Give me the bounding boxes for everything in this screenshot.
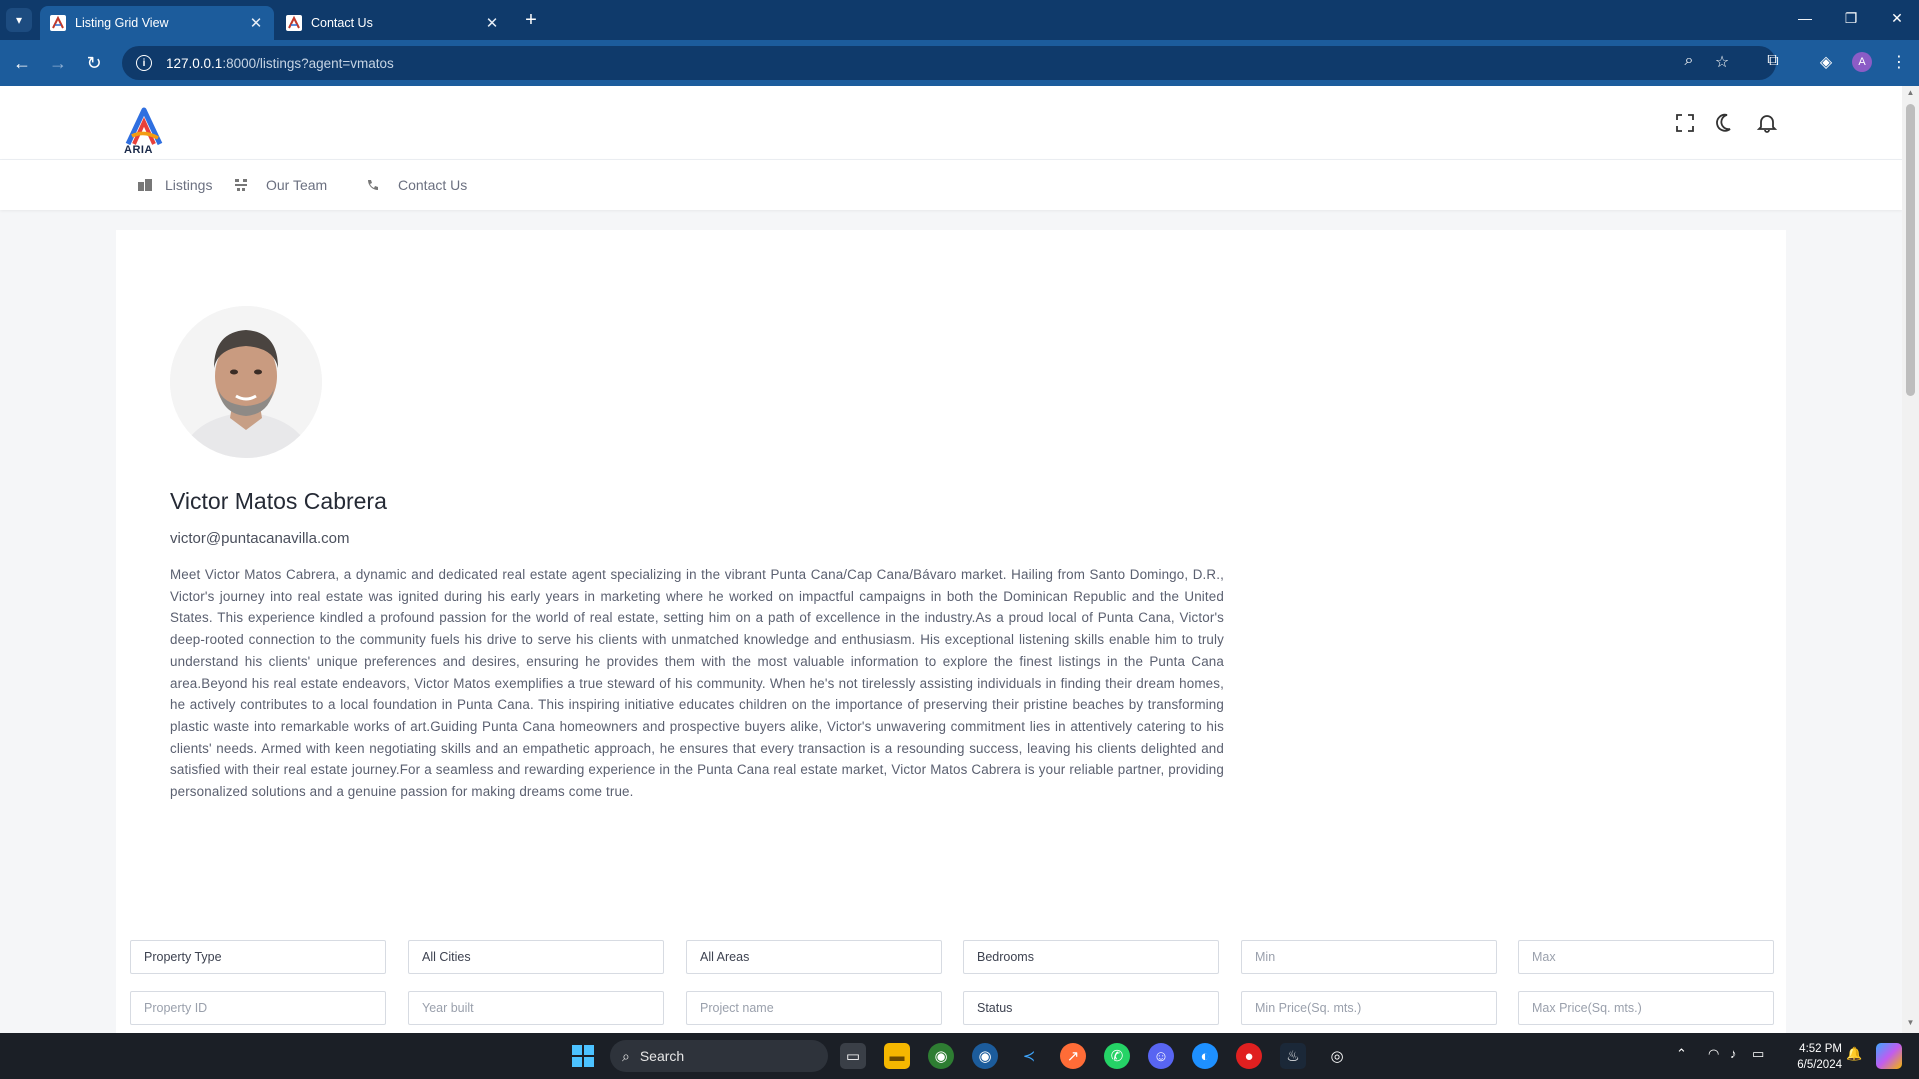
- team-icon: [235, 179, 247, 191]
- close-tab-icon[interactable]: ✕: [484, 14, 500, 32]
- close-tab-icon[interactable]: ✕: [248, 14, 264, 32]
- postman-icon[interactable]: ↗: [1060, 1043, 1086, 1069]
- phone-icon: [368, 180, 378, 190]
- property-type-select[interactable]: Property Type: [130, 940, 386, 974]
- agent-email[interactable]: victor@puntacanavilla.com: [170, 530, 349, 547]
- windows-taskbar: ⌕ Search ▭ ▬ ◉ ◉ ≺ ↗ ✆ ☺ ◐ ● ♨ ◎ ⌃ ◠ ♪ ▭…: [0, 1033, 1919, 1079]
- nav-label: Contact Us: [398, 177, 468, 193]
- nav-label: Our Team: [266, 177, 328, 193]
- cities-select[interactable]: All Cities: [408, 940, 664, 974]
- search-label: Search: [639, 1048, 685, 1064]
- zoom-icon[interactable]: ⌕: [1678, 52, 1700, 70]
- min-input[interactable]: Min: [1241, 940, 1497, 974]
- notification-bell-icon[interactable]: [1756, 112, 1778, 134]
- year-built-input[interactable]: Year built: [408, 991, 664, 1025]
- show-hidden-icons[interactable]: ⌃: [1676, 1046, 1687, 1062]
- new-tab-button[interactable]: +: [520, 9, 542, 32]
- agent-photo: [170, 306, 322, 458]
- status-select[interactable]: Status: [963, 991, 1219, 1025]
- tab-title: Contact Us: [311, 16, 373, 30]
- steam-icon[interactable]: ♨: [1280, 1043, 1306, 1069]
- file-explorer-icon[interactable]: ▬: [884, 1043, 910, 1069]
- obs-icon[interactable]: ◎: [1324, 1043, 1350, 1069]
- scroll-down-icon[interactable]: ▼: [1906, 1018, 1915, 1027]
- close-window-icon[interactable]: ✕: [1887, 10, 1907, 27]
- task-view-icon[interactable]: ▭: [840, 1043, 866, 1069]
- min-price-input[interactable]: Min Price(Sq. mts.): [1241, 991, 1497, 1025]
- url-path: :8000/listings?agent=vmatos: [222, 55, 394, 71]
- record-icon[interactable]: ●: [1236, 1043, 1262, 1069]
- clock-date: 6/5/2024: [1797, 1059, 1842, 1071]
- profile-avatar[interactable]: A: [1852, 52, 1872, 72]
- reload-icon[interactable]: ↻: [82, 52, 106, 74]
- vscode-icon[interactable]: ≺: [1016, 1043, 1042, 1069]
- browser-menu-icon[interactable]: ⋮: [1888, 52, 1910, 72]
- nav-item-our-team[interactable]: Our Team: [234, 177, 327, 193]
- tab-title: Listing Grid View: [75, 16, 169, 30]
- tab-search-button[interactable]: ▾: [6, 8, 32, 32]
- site-info-icon[interactable]: i: [136, 55, 152, 71]
- forward-icon[interactable]: →: [46, 52, 70, 74]
- whatsapp-icon[interactable]: ✆: [1104, 1043, 1130, 1069]
- fullscreen-icon[interactable]: [1674, 112, 1696, 134]
- url-host: 127.0.0.1: [166, 55, 223, 71]
- edge-icon[interactable]: ◐: [1192, 1043, 1218, 1069]
- taskbar-clock[interactable]: 4:52 PM 6/5/2024: [1782, 1041, 1842, 1073]
- aria-favicon-icon: [50, 15, 66, 31]
- windows-start-icon[interactable]: [572, 1045, 594, 1067]
- volume-icon[interactable]: ♪: [1730, 1046, 1737, 1061]
- areas-select[interactable]: All Areas: [686, 940, 942, 974]
- building-icon: [138, 179, 152, 191]
- back-icon[interactable]: ←: [10, 52, 34, 74]
- taskbar-search[interactable]: ⌕ Search: [610, 1040, 828, 1072]
- address-bar[interactable]: i 127.0.0.1 :8000/listings?agent=vmatos: [122, 46, 1776, 80]
- chrome-profile-icon[interactable]: ◉: [972, 1043, 998, 1069]
- bookmark-star-icon[interactable]: ☆: [1711, 52, 1733, 72]
- page-scrollbar[interactable]: ▲ ▼: [1902, 86, 1919, 1033]
- site-navbar: Listings Our Team Contact Us: [0, 160, 1902, 210]
- site-header: ARIA: [0, 86, 1902, 160]
- property-id-input[interactable]: Property ID: [130, 991, 386, 1025]
- scroll-up-icon[interactable]: ▲: [1906, 88, 1915, 97]
- battery-icon[interactable]: ▭: [1752, 1046, 1764, 1062]
- max-price-input[interactable]: Max Price(Sq. mts.): [1518, 991, 1774, 1025]
- agent-bio: Meet Victor Matos Cabrera, a dynamic and…: [170, 567, 1224, 800]
- scroll-thumb[interactable]: [1906, 104, 1915, 396]
- bedrooms-select[interactable]: Bedrooms: [963, 940, 1219, 974]
- discord-icon[interactable]: ☺: [1148, 1043, 1174, 1069]
- tab-listing-grid-view[interactable]: Listing Grid View ✕: [40, 6, 274, 40]
- nav-label: Listings: [165, 177, 213, 193]
- chrome-icon[interactable]: ◉: [928, 1043, 954, 1069]
- search-icon: ⌕: [622, 1047, 630, 1064]
- notification-icon[interactable]: 🔔: [1846, 1046, 1862, 1062]
- project-name-input[interactable]: Project name: [686, 991, 942, 1025]
- minimize-icon[interactable]: —: [1795, 10, 1815, 26]
- nav-item-listings[interactable]: Listings: [137, 177, 212, 193]
- copilot-taskbar-icon[interactable]: [1876, 1043, 1902, 1069]
- tab-contact-us[interactable]: Contact Us ✕: [276, 6, 510, 40]
- extensions-icon[interactable]: ⧉: [1762, 52, 1784, 70]
- max-input[interactable]: Max: [1518, 940, 1774, 974]
- nav-item-contact-us[interactable]: Contact Us: [366, 177, 467, 193]
- aria-favicon-icon: [286, 15, 302, 31]
- clock-time: 4:52 PM: [1799, 1043, 1842, 1055]
- restore-icon[interactable]: ❐: [1841, 10, 1861, 27]
- logo-text: ARIA: [124, 144, 153, 156]
- copilot-icon[interactable]: ◈: [1815, 52, 1837, 72]
- browser-toolbar: ← → ↻ i 127.0.0.1 :8000/listings?agent=v…: [0, 40, 1919, 86]
- browser-tab-bar: ▾ Listing Grid View ✕ Contact Us ✕ + — ❐…: [0, 0, 1919, 40]
- agent-name: Victor Matos Cabrera: [170, 488, 387, 514]
- wifi-icon[interactable]: ◠: [1708, 1046, 1719, 1062]
- dark-mode-moon-icon[interactable]: [1715, 112, 1737, 134]
